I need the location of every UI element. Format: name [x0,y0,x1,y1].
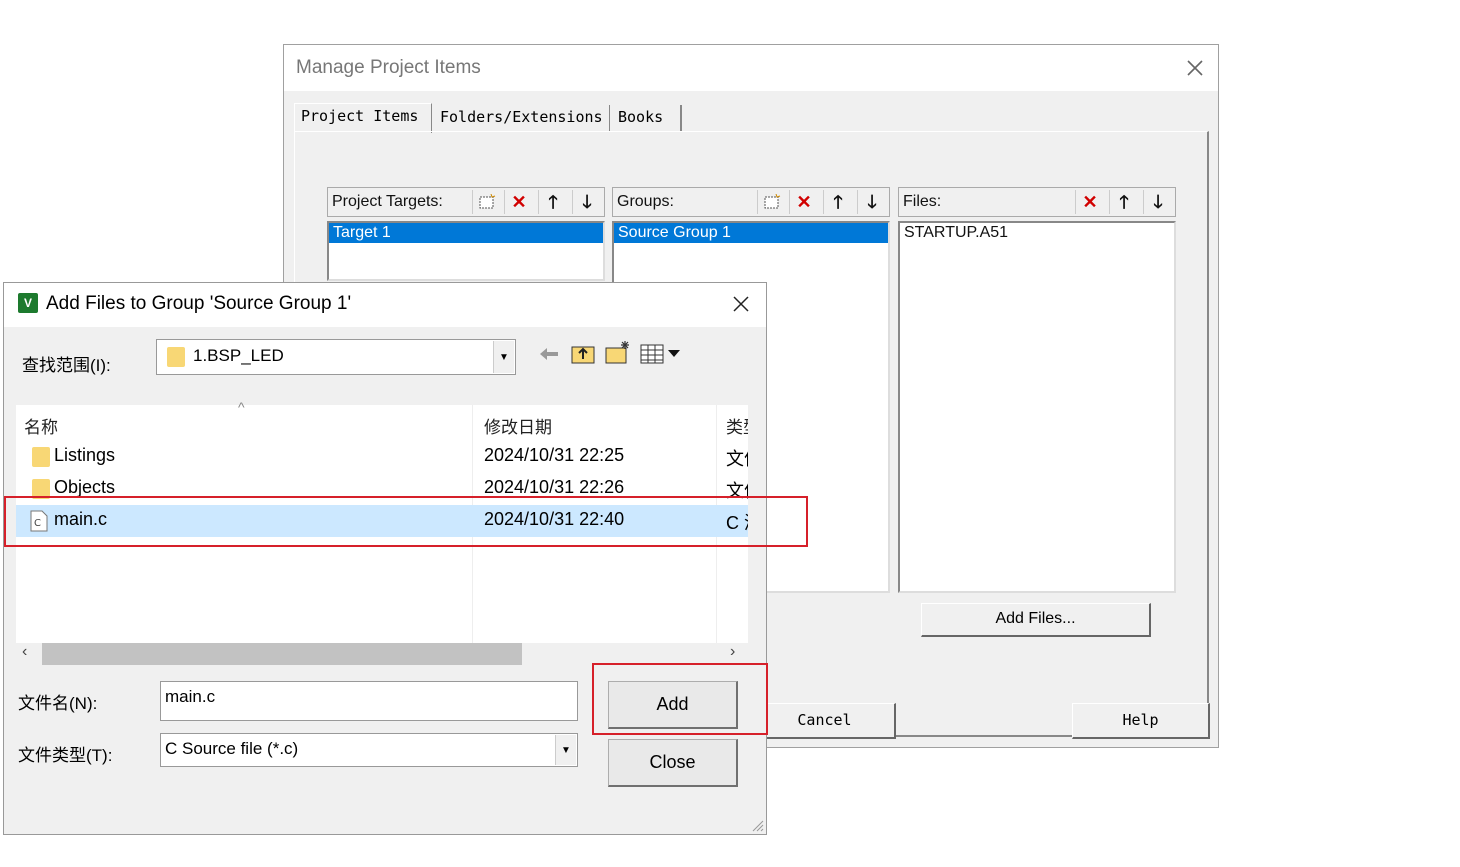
highlight-box [4,496,808,547]
help-button[interactable]: Help [1072,703,1210,739]
filename-input[interactable]: main.c [160,681,578,721]
new-group-icon[interactable] [757,190,786,214]
view-menu-icon[interactable] [640,343,682,365]
column-header-type[interactable]: 类型 [726,413,748,438]
groups-label: Groups: [617,193,674,210]
targets-label: Project Targets: [332,193,443,210]
cancel-button[interactable]: Cancel [754,703,896,739]
add-files-dialog: V Add Files to Group 'Source Group 1' 查找… [3,282,767,835]
close-button[interactable]: Close [608,739,738,787]
new-folder-icon[interactable] [604,339,632,365]
lookin-value: 1.BSP_LED [193,346,284,365]
back-icon[interactable] [538,345,560,363]
files-header: Files: ✕ 🡑 🡓 [898,187,1176,217]
lookin-label: 查找范围(I): [22,356,111,375]
delete-icon[interactable]: ✕ [789,190,818,214]
list-item[interactable]: Source Group 1 [614,223,888,243]
folder-icon [167,347,185,367]
dialog-title: Add Files to Group 'Source Group 1' [46,293,352,314]
list-item[interactable]: STARTUP.A51 [900,223,1174,243]
targets-list[interactable]: Target 1 [327,221,605,281]
file-name: Objects [54,477,116,497]
chevron-down-icon[interactable]: ▼ [493,341,514,373]
chevron-down-icon[interactable]: ▼ [555,735,576,765]
title-bar: V Add Files to Group 'Source Group 1' [4,283,766,327]
list-item[interactable]: Target 1 [329,223,603,243]
delete-icon[interactable]: ✕ [504,190,533,214]
groups-header: Groups: ✕ 🡑 🡓 [612,187,890,217]
highlight-box [592,663,768,735]
filetype-label: 文件类型(T): [18,746,113,765]
column-header-name[interactable]: 名称 [24,413,58,438]
file-row-listings[interactable]: Listings 2024/10/31 22:25 文件夹 [16,441,748,473]
tab-books[interactable]: Books [612,105,682,131]
move-up-icon[interactable]: 🡑 [538,190,567,214]
dialog-title: Manage Project Items [296,57,481,78]
file-type: 文件夹 [726,449,748,469]
move-down-icon[interactable]: 🡓 [857,190,886,214]
filetype-value: C Source file (*.c) [165,739,299,758]
new-target-icon[interactable] [472,190,501,214]
move-down-icon[interactable]: 🡓 [572,190,601,214]
targets-header: Project Targets: ✕ 🡑 🡓 [327,187,605,217]
scroll-right-icon[interactable]: › [730,643,735,661]
files-list[interactable]: STARTUP.A51 [898,221,1176,593]
folder-icon [32,447,50,467]
close-icon[interactable] [730,293,752,315]
close-icon[interactable] [1184,57,1206,79]
move-up-icon[interactable]: 🡑 [823,190,852,214]
up-folder-icon[interactable] [570,341,596,365]
scroll-left-icon[interactable]: ‹ [22,643,27,661]
file-name: Listings [54,445,116,465]
filename-label: 文件名(N): [18,694,98,713]
lookin-combo[interactable]: 1.BSP_LED ▼ [156,339,516,375]
move-down-icon[interactable]: 🡓 [1143,190,1172,214]
file-date: 2024/10/31 22:25 [484,445,625,465]
title-bar: Manage Project Items [284,45,1218,91]
resize-grip-icon[interactable] [750,818,764,832]
column-header-date[interactable]: 修改日期 [484,413,552,438]
move-up-icon[interactable]: 🡑 [1109,190,1138,214]
filetype-select[interactable]: C Source file (*.c) ▼ [160,733,578,767]
sort-ascending-icon: ^ [238,399,245,415]
files-label: Files: [903,193,942,210]
app-logo-icon: V [18,293,38,313]
delete-icon[interactable]: ✕ [1075,190,1104,214]
add-files-button[interactable]: Add Files... [921,603,1151,637]
tab-folders-extensions[interactable]: Folders/Extensions [434,105,610,131]
tab-project-items[interactable]: Project Items [294,103,432,133]
horizontal-scrollbar[interactable]: ‹ › [16,643,748,665]
scroll-thumb[interactable] [42,643,522,665]
file-date: 2024/10/31 22:26 [484,477,625,497]
